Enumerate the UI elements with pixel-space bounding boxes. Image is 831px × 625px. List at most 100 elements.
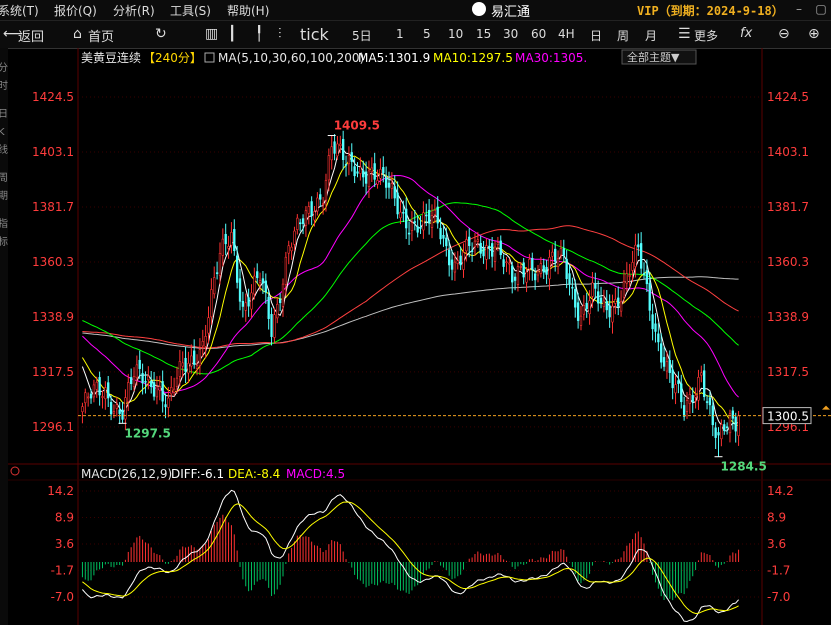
bearish-candle <box>448 249 451 266</box>
bearish-candle <box>353 166 356 177</box>
bullish-candle <box>528 259 531 270</box>
bearish-candle <box>511 265 514 283</box>
ma-toggle-icon[interactable] <box>204 52 215 63</box>
bearish-candle <box>639 243 643 269</box>
bullish-candle <box>579 315 583 326</box>
bearish-candle <box>427 209 431 224</box>
bearish-candle <box>680 383 683 403</box>
bullish-candle <box>485 245 488 260</box>
bullish-candle <box>101 396 104 398</box>
bullish-candle <box>290 246 293 252</box>
bullish-candle <box>685 400 689 412</box>
bearish-candle <box>565 258 568 280</box>
macd-settings-icon[interactable] <box>10 466 20 476</box>
bearish-candle <box>585 302 588 310</box>
bearish-candle <box>301 218 305 224</box>
bearish-candle <box>605 301 608 311</box>
bullish-candle <box>453 261 457 273</box>
bullish-candle <box>250 292 253 310</box>
bullish-candle <box>465 239 468 252</box>
bearish-candle <box>362 170 365 178</box>
bullish-candle <box>728 413 732 434</box>
macd-tick-label: -1.7 <box>767 564 790 578</box>
bullish-candle <box>296 217 299 230</box>
bullish-candle <box>519 266 522 268</box>
bullish-candle <box>281 283 285 307</box>
bearish-candle <box>425 214 428 217</box>
bearish-candle <box>384 177 388 188</box>
theme-dropdown-label: 全部主题▼ <box>627 50 680 64</box>
price-tick-label: 1317.5 <box>32 365 74 379</box>
bearish-candle <box>562 248 565 256</box>
kline-chart[interactable]: 美黄豆连续 【240分】 MA(5,10,30,60,100,200) MA5:… <box>0 0 831 625</box>
bullish-candle <box>582 305 586 315</box>
bearish-candle <box>233 229 236 252</box>
bearish-candle <box>651 314 654 330</box>
bullish-candle <box>622 281 626 298</box>
bearish-candle <box>261 278 265 284</box>
bullish-candle <box>422 212 425 231</box>
bullish-candle <box>700 372 703 376</box>
bullish-candle <box>95 381 98 390</box>
bullish-candle <box>132 376 136 387</box>
bearish-candle <box>502 259 505 267</box>
bullish-candle <box>210 289 213 318</box>
bearish-candle <box>645 270 649 285</box>
bearish-candle <box>402 211 405 214</box>
bearish-candle <box>450 259 454 270</box>
bearish-candle <box>594 283 597 289</box>
bullish-candle <box>614 299 617 304</box>
bearish-candle <box>439 227 442 240</box>
bullish-candle <box>313 211 316 221</box>
bullish-candle <box>367 170 371 187</box>
bullish-candle <box>330 146 333 161</box>
bullish-candle <box>433 209 437 215</box>
bullish-candle <box>462 252 465 270</box>
bullish-candle <box>218 253 222 276</box>
bullish-candle <box>287 245 290 254</box>
bullish-candle <box>456 260 459 264</box>
bullish-candle <box>536 271 540 276</box>
bullish-candle <box>198 349 202 366</box>
bearish-candle <box>319 194 322 200</box>
bullish-candle <box>694 394 697 398</box>
bullish-candle <box>473 240 477 247</box>
macd-tick-label: 8.9 <box>55 511 74 525</box>
bullish-candle <box>273 314 276 338</box>
bullish-candle <box>284 256 288 285</box>
bearish-candle <box>691 395 694 402</box>
bearish-candle <box>571 286 574 289</box>
bearish-candle <box>542 265 545 273</box>
bullish-candle <box>321 203 325 205</box>
macd-diff-line <box>82 489 739 623</box>
bullish-candle <box>201 340 204 347</box>
bullish-candle <box>347 154 351 165</box>
bullish-candle <box>276 303 279 319</box>
bearish-candle <box>129 377 133 385</box>
bullish-candle <box>665 361 669 372</box>
bearish-candle <box>89 393 93 399</box>
bullish-candle <box>339 143 342 147</box>
bearish-candle <box>708 397 712 406</box>
bullish-candle <box>628 275 631 277</box>
bearish-candle <box>554 248 557 262</box>
bullish-candle <box>304 210 308 226</box>
macd-diff-readout: DIFF:-6.1 <box>171 467 224 481</box>
bullish-candle <box>253 275 256 295</box>
bullish-candle <box>127 382 130 402</box>
price-tick-label: 1338.9 <box>767 310 809 324</box>
bullish-candle <box>307 206 310 214</box>
bearish-candle <box>224 233 227 245</box>
price-tick-label: 1381.7 <box>32 200 74 214</box>
bearish-candle <box>662 357 666 367</box>
bearish-candle <box>109 402 113 415</box>
bullish-candle <box>258 280 262 283</box>
bullish-candle <box>674 384 677 394</box>
bullish-candle <box>359 166 362 174</box>
bearish-candle <box>356 171 359 174</box>
bullish-candle <box>190 355 193 367</box>
bullish-candle <box>588 300 591 315</box>
bearish-candle <box>373 163 376 180</box>
bullish-candle <box>516 266 520 285</box>
price-tick-label: 1424.5 <box>32 90 74 104</box>
